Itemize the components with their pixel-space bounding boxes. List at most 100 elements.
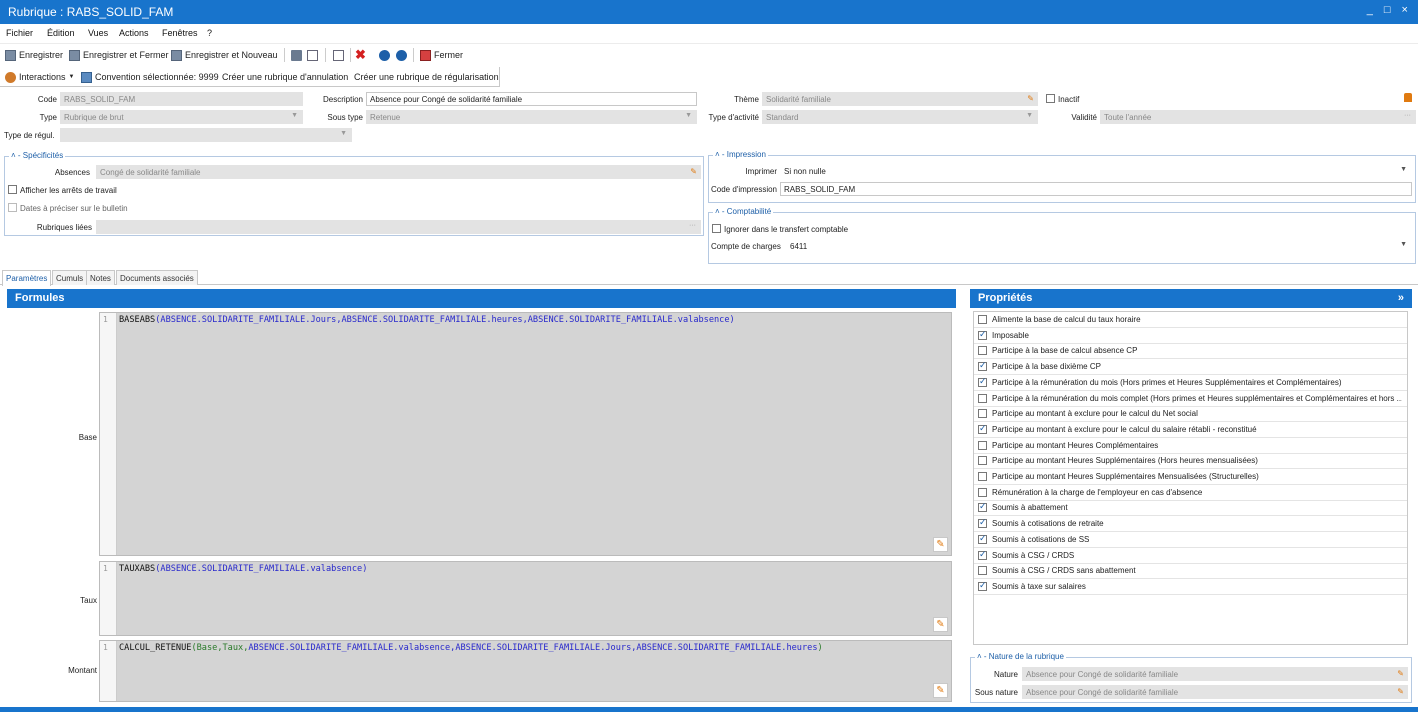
property-row[interactable]: Participe au montant à exclure pour le c… bbox=[974, 406, 1407, 423]
impression-title[interactable]: ˄ - Impression bbox=[713, 150, 768, 159]
property-row[interactable]: Soumis à cotisations de SS bbox=[974, 532, 1407, 548]
soustype-dropdown[interactable]: Retenue ▼ bbox=[366, 110, 697, 124]
menu-help[interactable]: ? bbox=[207, 28, 212, 38]
imprimer-dropdown[interactable]: Si non nulle ▼ bbox=[780, 164, 1412, 178]
property-checkbox[interactable] bbox=[978, 393, 987, 403]
create-cancel-button[interactable]: Créer une rubrique d'annulation bbox=[222, 70, 348, 84]
property-checkbox[interactable] bbox=[978, 440, 987, 450]
compte-charges-dropdown[interactable]: 6411 ▼ bbox=[786, 239, 1412, 253]
property-checkbox[interactable] bbox=[978, 315, 987, 324]
property-row[interactable]: Participe à la base de calcul absence CP bbox=[974, 343, 1407, 360]
property-row[interactable]: Participe au montant Heures Complémentai… bbox=[974, 438, 1407, 454]
edit-pencil-icon[interactable]: ✎ bbox=[933, 537, 948, 552]
sousnature-field[interactable]: Absence pour Congé de solidarité familia… bbox=[1022, 685, 1408, 699]
montant-formula-editor[interactable]: 1 CALCUL_RETENUE(Base,Taux,ABSENCE.SOLID… bbox=[99, 640, 952, 702]
previous-button[interactable] bbox=[379, 48, 390, 62]
inactif-checkbox[interactable] bbox=[1046, 94, 1055, 103]
collapse-icon[interactable]: » bbox=[1398, 292, 1404, 304]
property-checkbox[interactable] bbox=[978, 566, 987, 576]
menu-fichier[interactable]: Fichier bbox=[6, 28, 33, 38]
base-formula-editor[interactable]: 1 BASEABS(ABSENCE.SOLIDARITE_FAMILIALE.J… bbox=[99, 312, 952, 556]
edit-pencil-icon[interactable]: ✎ bbox=[1027, 94, 1034, 103]
copy-button[interactable] bbox=[333, 48, 344, 62]
validite-field[interactable]: Toute l'année ··· bbox=[1100, 110, 1416, 124]
property-row[interactable]: Soumis à taxe sur salaires bbox=[974, 579, 1407, 595]
tab-parametres[interactable]: Paramètres bbox=[2, 270, 52, 286]
property-checkbox[interactable] bbox=[978, 472, 987, 481]
property-row[interactable]: Participe à la rémunération du mois (Hor… bbox=[974, 375, 1407, 391]
property-row[interactable]: Participe à la rémunération du mois comp… bbox=[974, 391, 1407, 407]
ignorer-transfert-checkbox[interactable] bbox=[712, 224, 721, 233]
property-checkbox[interactable] bbox=[978, 423, 987, 434]
property-row[interactable]: Alimente la base de calcul du taux horai… bbox=[974, 312, 1407, 328]
tab-documents[interactable]: Documents associés bbox=[116, 270, 198, 285]
property-checkbox[interactable] bbox=[978, 580, 987, 591]
close-button[interactable]: Fermer bbox=[420, 48, 463, 62]
nature-title[interactable]: ˄ - Nature de la rubrique bbox=[975, 652, 1066, 661]
edit-pencil-icon[interactable]: ✎ bbox=[1397, 687, 1404, 696]
delete-button[interactable]: ✖ bbox=[355, 47, 366, 62]
next-button[interactable] bbox=[396, 48, 407, 62]
property-checkbox[interactable] bbox=[978, 501, 987, 513]
absences-field[interactable]: Congé de solidarité familiale ✎ bbox=[96, 165, 701, 179]
code-field[interactable]: RABS_SOLID_FAM bbox=[60, 92, 303, 106]
property-checkbox[interactable] bbox=[978, 487, 987, 497]
property-row[interactable]: Participe au montant Heures Supplémentai… bbox=[974, 453, 1407, 470]
interactions-dropdown[interactable]: Interactions ▼ bbox=[5, 70, 74, 84]
tab-notes[interactable]: Notes bbox=[86, 270, 115, 285]
property-checkbox[interactable] bbox=[978, 346, 987, 356]
code-impression-field[interactable]: RABS_SOLID_FAM bbox=[780, 182, 1412, 196]
comptabilite-title[interactable]: ˄ - Comptabilité bbox=[713, 207, 774, 216]
save-new-button[interactable]: Enregistrer et Nouveau bbox=[171, 48, 278, 62]
specificites-title[interactable]: ˄ - Spécificités bbox=[9, 151, 66, 160]
description-field[interactable]: Absence pour Congé de solidarité familia… bbox=[366, 92, 697, 106]
type-dropdown[interactable]: Rubrique de brut ▼ bbox=[60, 110, 303, 124]
copy-icon bbox=[333, 49, 344, 61]
taux-formula-code: TAUXABS(ABSENCE.SOLIDARITE_FAMILIALE.val… bbox=[119, 564, 368, 574]
property-row[interactable]: Participe au montant Heures Supplémentai… bbox=[974, 469, 1407, 485]
menu-actions[interactable]: Actions bbox=[119, 28, 149, 38]
print-button[interactable] bbox=[291, 48, 302, 62]
property-row[interactable]: Soumis à CSG / CRDS sans abattement bbox=[974, 563, 1407, 580]
window-controls[interactable]: _ □ × bbox=[1367, 4, 1412, 16]
property-checkbox[interactable] bbox=[978, 517, 987, 529]
menu-fenetres[interactable]: Fenêtres bbox=[162, 28, 198, 38]
tab-cumuls[interactable]: Cumuls bbox=[52, 270, 88, 285]
edit-pencil-icon[interactable]: ✎ bbox=[933, 617, 948, 632]
taux-formula-editor[interactable]: 1 TAUXABS(ABSENCE.SOLIDARITE_FAMILIALE.v… bbox=[99, 561, 952, 636]
menu-vues[interactable]: Vues bbox=[88, 28, 108, 38]
save-button[interactable]: Enregistrer bbox=[5, 48, 63, 62]
ellipsis-icon[interactable]: ··· bbox=[1404, 112, 1411, 119]
property-checkbox[interactable] bbox=[978, 533, 987, 544]
edit-pencil-icon[interactable]: ✎ bbox=[933, 683, 948, 698]
property-checkbox[interactable] bbox=[978, 549, 987, 560]
typeactivite-dropdown[interactable]: Standard ▼ bbox=[762, 110, 1038, 124]
property-row[interactable]: Imposable bbox=[974, 328, 1407, 344]
theme-field[interactable]: Solidarité familiale ✎ bbox=[762, 92, 1038, 106]
property-checkbox[interactable] bbox=[978, 360, 987, 372]
print-preview-button[interactable] bbox=[307, 48, 318, 62]
dates-preciser-checkbox[interactable] bbox=[8, 203, 17, 212]
menu-bar: Fichier Édition Vues Actions Fenêtres ? bbox=[0, 24, 1418, 42]
property-row[interactable]: Rémunération à la charge de l'employeur … bbox=[974, 485, 1407, 501]
menu-edition[interactable]: Édition bbox=[47, 28, 75, 38]
convention-button[interactable]: Convention sélectionnée: 9999 bbox=[81, 70, 219, 84]
edit-pencil-icon[interactable]: ✎ bbox=[690, 167, 697, 176]
save-close-button[interactable]: Enregistrer et Fermer bbox=[69, 48, 169, 62]
property-row[interactable]: Participe à la base dixième CP bbox=[974, 359, 1407, 376]
property-row[interactable]: Soumis à abattement bbox=[974, 500, 1407, 517]
edit-pencil-icon[interactable]: ✎ bbox=[1397, 669, 1404, 678]
create-regul-button[interactable]: Créer une rubrique de régularisation bbox=[354, 70, 499, 84]
property-row[interactable]: Soumis à CSG / CRDS bbox=[974, 548, 1407, 564]
property-row[interactable]: Participe au montant à exclure pour le c… bbox=[974, 422, 1407, 438]
nature-field[interactable]: Absence pour Congé de solidarité familia… bbox=[1022, 667, 1408, 681]
ellipsis-icon[interactable]: ··· bbox=[689, 222, 696, 229]
rubriques-liees-field[interactable]: ··· bbox=[96, 220, 701, 234]
property-checkbox[interactable] bbox=[978, 409, 987, 419]
property-checkbox[interactable] bbox=[978, 456, 987, 466]
property-row[interactable]: Soumis à cotisations de retraite bbox=[974, 516, 1407, 533]
typeregul-dropdown[interactable]: ▼ bbox=[60, 128, 352, 142]
property-checkbox[interactable] bbox=[978, 376, 987, 387]
afficher-arrets-checkbox[interactable] bbox=[8, 185, 17, 194]
property-checkbox[interactable] bbox=[978, 329, 987, 340]
